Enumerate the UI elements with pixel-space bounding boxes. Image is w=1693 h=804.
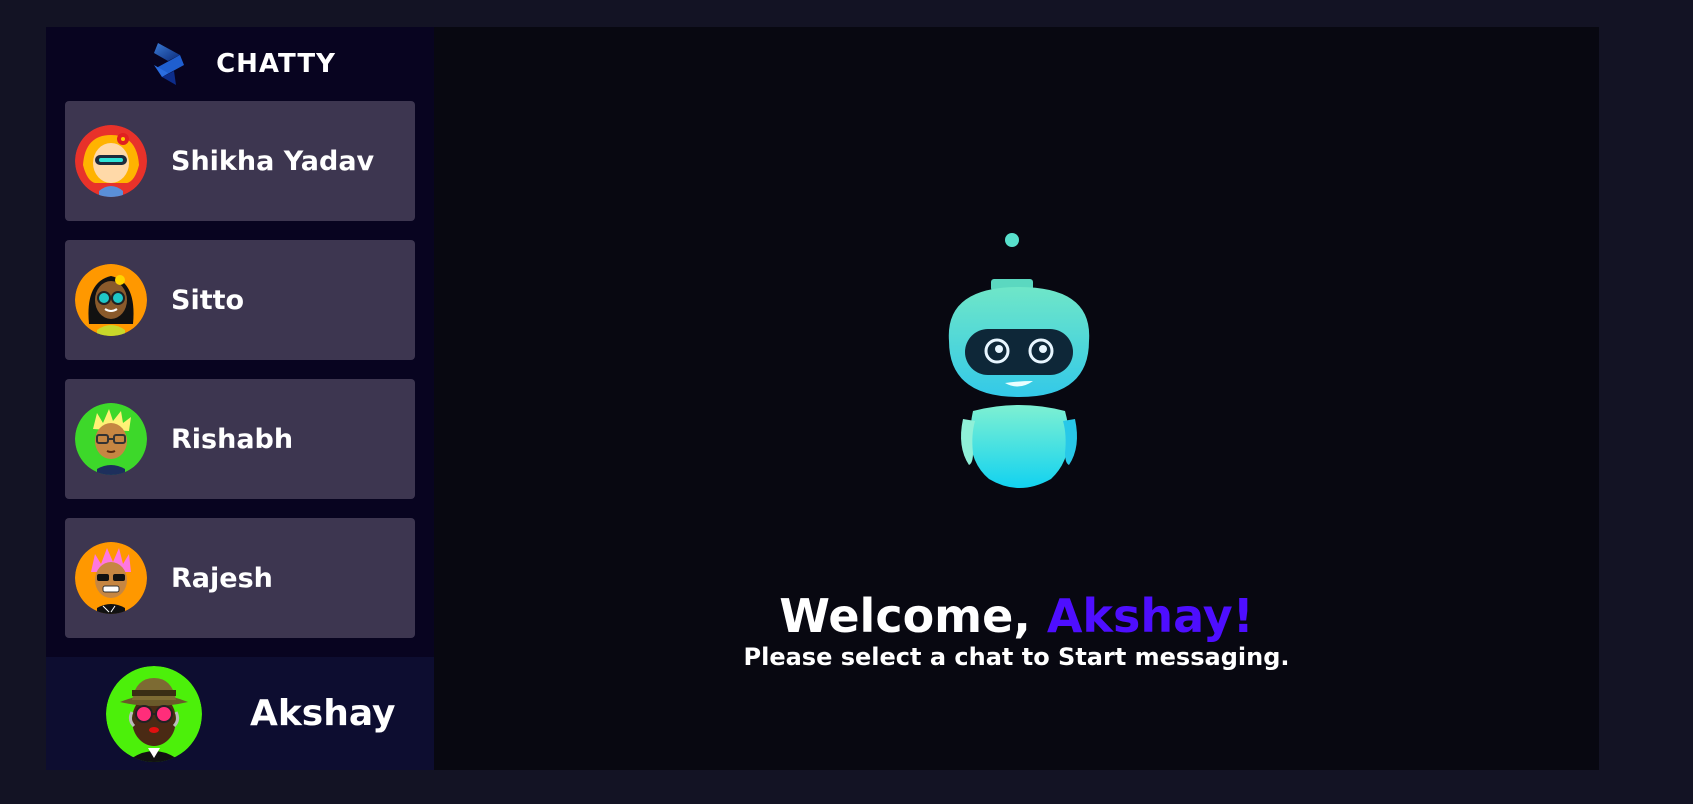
- welcome-message: Welcome, Akshay! Please select a chat to…: [434, 590, 1599, 671]
- contact-name: Sitto: [171, 284, 245, 316]
- welcome-user-name: Akshay!: [1046, 589, 1254, 643]
- avatar-punk-sunglasses-icon: [75, 542, 147, 614]
- contact-name: Rishabh: [171, 423, 294, 455]
- chatty-logo-icon: [154, 43, 185, 85]
- robot-icon: [948, 233, 1090, 488]
- welcome-subtitle: Please select a chat to Start messaging.: [743, 642, 1290, 671]
- current-user-panel: Akshay: [46, 657, 434, 770]
- chat-app: CHATTY Shikha Yadav Sitto Rishabh Rajesh…: [46, 27, 1599, 770]
- contact-item[interactable]: Rishabh: [65, 379, 415, 499]
- brand: CHATTY: [46, 27, 434, 101]
- contact-item[interactable]: Sitto: [65, 240, 415, 360]
- sidebar: CHATTY Shikha Yadav Sitto Rishabh Rajesh…: [46, 27, 434, 770]
- welcome-greeting: Welcome,: [779, 589, 1047, 643]
- current-user-name: Akshay: [250, 693, 396, 734]
- contact-list: Shikha Yadav Sitto Rishabh Rajesh: [46, 101, 434, 651]
- avatar-girl-visor-icon: [75, 125, 147, 197]
- welcome-title: Welcome, Akshay!: [434, 590, 1599, 643]
- welcome-panel: Welcome, Akshay! Please select a chat to…: [434, 27, 1599, 770]
- brand-name: CHATTY: [216, 49, 336, 79]
- contact-name: Shikha Yadav: [171, 145, 375, 177]
- contact-item[interactable]: Rajesh: [65, 518, 415, 638]
- avatar-girl-sunglasses-icon: [75, 264, 147, 336]
- contact-item[interactable]: Shikha Yadav: [65, 101, 415, 221]
- avatar-hat-sunglasses-icon: [106, 665, 202, 762]
- contact-name: Rajesh: [171, 562, 273, 594]
- avatar-boy-glasses-icon: [75, 403, 147, 475]
